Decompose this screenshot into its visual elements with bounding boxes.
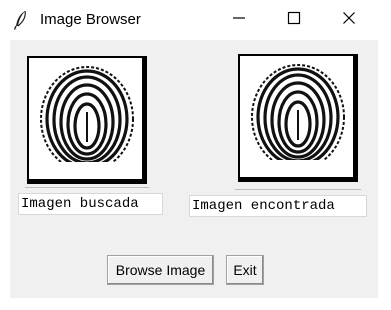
browse-image-button[interactable]: Browse Image <box>107 255 214 285</box>
maximize-button[interactable] <box>268 0 320 40</box>
minimize-icon <box>232 11 246 30</box>
found-image <box>238 54 358 182</box>
image-divider <box>25 187 149 188</box>
maximize-icon <box>287 11 301 30</box>
window-title: Image Browser <box>40 11 141 28</box>
close-button[interactable] <box>323 0 375 40</box>
fingerprint-icon <box>246 64 351 172</box>
searched-image <box>27 56 147 184</box>
searched-image-panel <box>25 52 149 188</box>
client-area: Imagen buscada Imagen encontrada Browse … <box>10 40 378 298</box>
minimize-button[interactable] <box>213 0 265 40</box>
fingerprint-icon <box>35 66 140 174</box>
image-browser-window: Image Browser Imagen buscada Imagen enco… <box>0 0 380 300</box>
title-bar[interactable]: Image Browser <box>0 0 380 40</box>
close-icon <box>342 11 356 30</box>
found-image-panel <box>235 52 361 190</box>
searched-image-field[interactable]: Imagen buscada <box>18 193 163 215</box>
exit-button[interactable]: Exit <box>226 255 264 285</box>
found-image-field[interactable]: Imagen encontrada <box>189 195 367 217</box>
image-divider <box>235 189 361 190</box>
feather-icon <box>13 10 29 30</box>
